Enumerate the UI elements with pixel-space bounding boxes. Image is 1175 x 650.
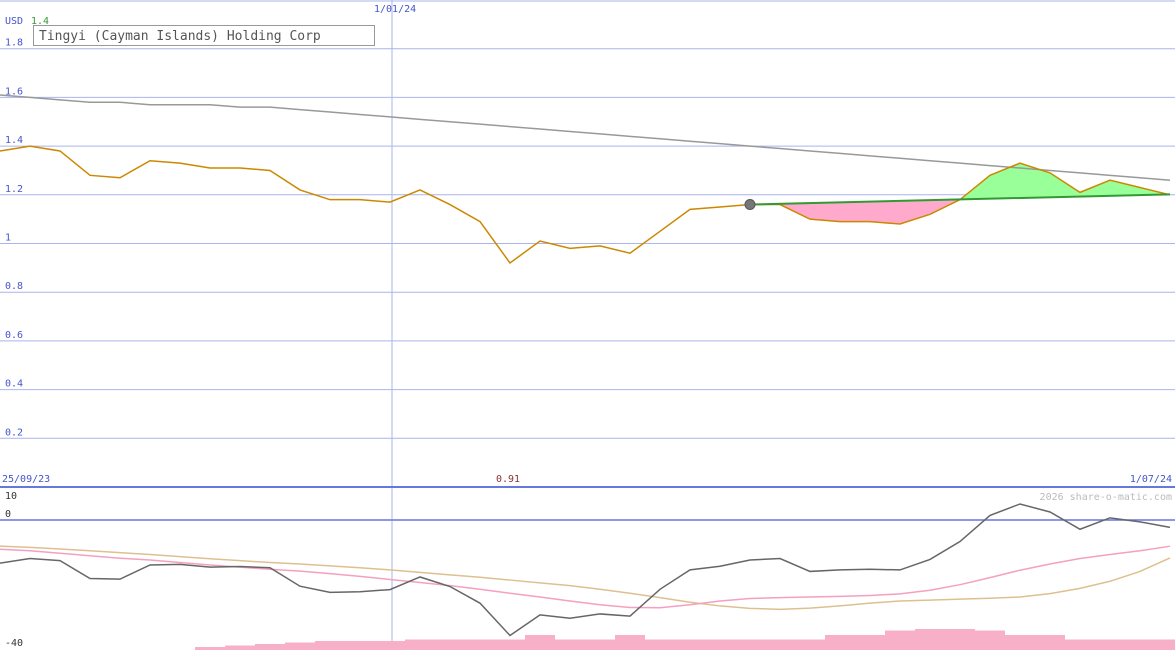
fill-below-trend — [870, 200, 900, 225]
volume-bar — [285, 642, 315, 650]
price-line — [0, 145, 1171, 265]
y-tick-label: 0.8 — [5, 281, 23, 292]
fill-below-trend — [840, 201, 870, 222]
y-tick-label: 0.4 — [5, 379, 23, 390]
volume-bar — [915, 629, 945, 650]
y-tick-label: 1.4 — [5, 135, 23, 146]
oscillator-line — [0, 503, 1171, 637]
volume-bar — [975, 630, 1005, 650]
osc-slow-average-line — [0, 545, 1171, 611]
volume-bar — [315, 641, 345, 650]
volume-bar — [795, 639, 825, 650]
y-tick-label: 0.6 — [5, 330, 23, 341]
fill-below-trend — [900, 200, 930, 225]
x-label-start: 25/09/23 — [2, 474, 50, 485]
osc-tick-label: 0 — [5, 509, 11, 520]
chart-canvas: 0.20.40.60.811.21.41.61.8USD 1.41/01/2425… — [0, 0, 1175, 650]
fill-above-trend — [1110, 180, 1140, 196]
volume-bar — [555, 639, 585, 650]
volume-bar — [345, 641, 375, 650]
watermark: 2026 share-o-matic.com — [1040, 492, 1172, 503]
volume-bar — [225, 645, 255, 650]
volume-bar — [585, 639, 615, 650]
volume-bar — [825, 635, 855, 650]
y-tick-label: 1 — [5, 233, 11, 244]
moving-average-line — [0, 94, 1171, 181]
fill-below-trend — [810, 202, 840, 222]
x-label-end: 1/07/24 — [1130, 474, 1172, 485]
volume-bar — [705, 639, 735, 650]
currency-label: USD — [5, 16, 23, 27]
volume-bar — [405, 639, 435, 650]
osc-tick-label: 10 — [5, 491, 17, 502]
stock-chart: 0.2 0.4 0.6 0.8 1 1.2 1.4 1.6 1.8 USD 1.4 1/01/24 25… — [0, 0, 1175, 650]
x-label-mid: 1/01/24 — [374, 4, 416, 15]
volume-bar — [435, 639, 465, 650]
volume-bar — [1125, 639, 1155, 650]
trend-start-marker — [744, 199, 756, 211]
chart-title: Tingyi (Cayman Islands) Holding Corp — [33, 25, 375, 46]
volume-bar — [465, 639, 495, 650]
volume-bar — [495, 639, 525, 650]
y-tick-label: 1.2 — [5, 184, 23, 195]
low-price-label: 0.91 — [496, 474, 520, 485]
volume-bar — [1155, 639, 1175, 650]
y-tick-label: 1.8 — [5, 38, 23, 49]
volume-bar — [735, 639, 765, 650]
volume-bar — [675, 639, 705, 650]
volume-bar — [1005, 635, 1035, 650]
volume-bar — [1035, 635, 1065, 650]
osc-tick-label: -40 — [5, 638, 23, 649]
volume-bar — [885, 630, 915, 650]
volume-bar — [1095, 639, 1125, 650]
volume-bar — [855, 635, 885, 650]
volume-bar — [1065, 639, 1095, 650]
volume-bar — [525, 635, 555, 650]
volume-bar — [375, 641, 405, 650]
volume-bar — [645, 639, 675, 650]
volume-bar — [615, 635, 645, 650]
y-tick-label: 0.2 — [5, 427, 23, 438]
volume-bar — [945, 629, 975, 650]
volume-bar — [765, 639, 795, 650]
trend-line — [749, 193, 1171, 206]
volume-bar — [255, 644, 285, 650]
